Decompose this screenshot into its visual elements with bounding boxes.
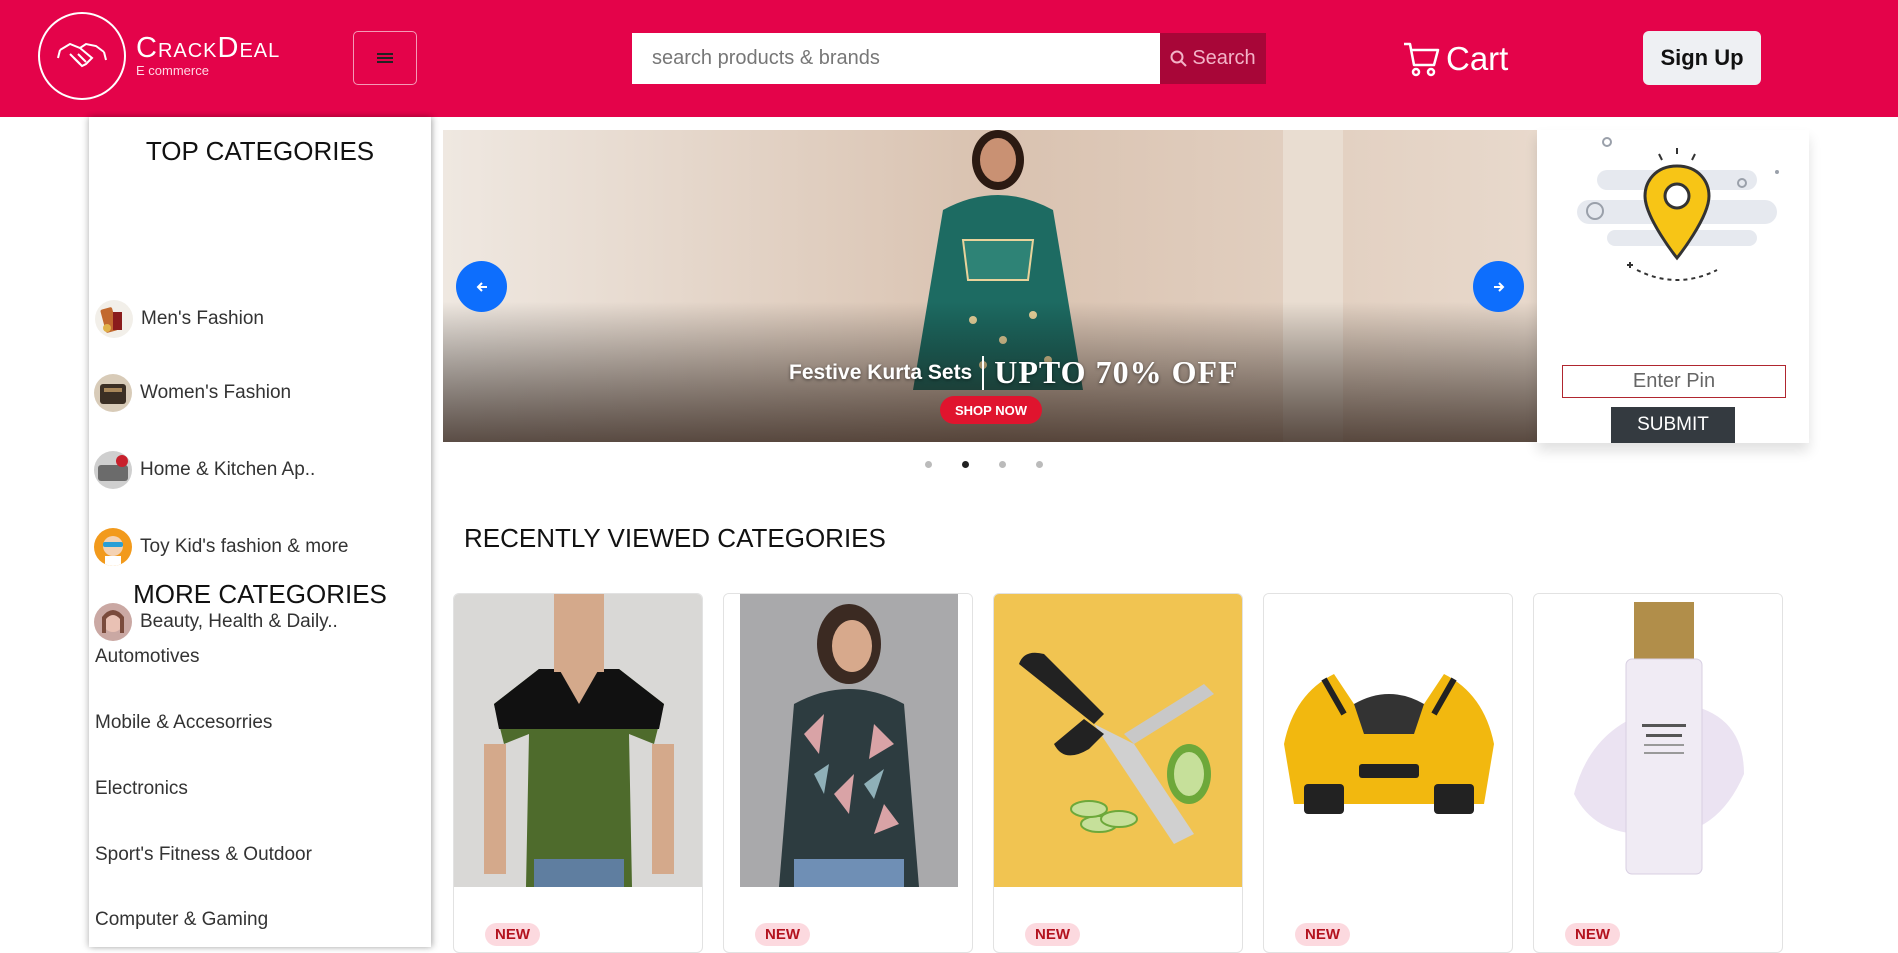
banner-offer: UPTO 70% OFF (994, 354, 1239, 390)
sidebar-item-home-kitchen[interactable]: Home & Kitchen Ap.. (94, 450, 315, 490)
carousel-dot-2[interactable] (962, 461, 969, 468)
arrow-left-icon (476, 281, 487, 292)
cart-label: Cart (1446, 40, 1509, 77)
brand-logo[interactable]: CrackDeal E commerce (38, 12, 288, 100)
carousel-next-button[interactable] (1473, 261, 1524, 312)
womens-fashion-avatar (94, 374, 132, 412)
sidebar-item-mobile-accessories[interactable]: Mobile & Accesorries (95, 712, 272, 734)
toy-kids-avatar (94, 528, 132, 566)
category-sidebar: TOP CATEGORIES Men's Fashion Women's Fas… (89, 117, 431, 947)
sidebar-item-toy-kids[interactable]: Toy Kid's fashion & more (94, 527, 349, 567)
printed-shirt-woman-image (724, 594, 972, 887)
cart-link[interactable]: Cart (1402, 36, 1508, 82)
pincode-input[interactable] (1562, 365, 1786, 398)
vegetable-scissors-image (994, 594, 1242, 887)
location-pin-icon (1577, 137, 1779, 281)
brand-name: CrackDeal (136, 32, 281, 64)
carousel-dot-1[interactable] (925, 461, 932, 468)
shop-now-button[interactable]: SHOP NOW (940, 396, 1042, 424)
product-card-3[interactable]: NEW (993, 593, 1243, 953)
search-button[interactable]: Search (1160, 33, 1266, 84)
carousel-dot-3[interactable] (999, 461, 1006, 468)
promo-carousel: Festive Kurta Sets UPTO 70% OFF SHOP NOW (443, 130, 1537, 442)
arrow-right-icon (1493, 281, 1504, 292)
sidebar-item-label: Home & Kitchen Ap.. (140, 459, 316, 480)
sidebar-item-womens-fashion[interactable]: Women's Fashion (94, 373, 291, 413)
signup-button[interactable]: Sign Up (1643, 31, 1761, 85)
sidebar-item-electronics[interactable]: Electronics (95, 778, 188, 800)
top-navbar: CrackDeal E commerce Search Cart Sign Up (0, 0, 1898, 117)
new-badge: NEW (485, 923, 540, 946)
makeup-base-bottle-image (1534, 594, 1782, 887)
home-kitchen-avatar (94, 451, 132, 489)
search-icon (1170, 50, 1188, 67)
banner-divider (982, 355, 985, 390)
hamburger-icon (377, 53, 393, 63)
sidebar-item-label: Beauty, Health & Daily.. (140, 611, 338, 632)
product-card-4[interactable]: NEW (1263, 593, 1513, 953)
yellow-toy-car-image (1264, 594, 1512, 887)
sidebar-item-label: Toy Kid's fashion & more (140, 536, 349, 557)
menu-toggle-button[interactable] (353, 31, 417, 85)
mens-fashion-avatar (95, 300, 133, 338)
brand-tagline: E commerce (136, 63, 209, 78)
cart-icon (1404, 42, 1440, 77)
recently-viewed-heading: RECENTLY VIEWED CATEGORIES (464, 523, 886, 553)
new-badge: NEW (1565, 923, 1620, 946)
top-categories-heading: TOP CATEGORIES (145, 136, 375, 166)
green-black-tshirt-image (454, 594, 702, 887)
sidebar-item-sports-fitness[interactable]: Sport's Fitness & Outdoor (95, 844, 312, 866)
pincode-panel: SUBMIT (1537, 130, 1809, 443)
product-card-1[interactable]: NEW (453, 593, 703, 953)
carousel-indicators (925, 461, 1043, 468)
sidebar-item-computer-gaming[interactable]: Computer & Gaming (95, 909, 268, 931)
search-input[interactable] (632, 33, 1160, 84)
more-categories-heading: MORE CATEGORIES (133, 579, 387, 609)
product-card-5[interactable]: NEW (1533, 593, 1783, 953)
new-badge: NEW (1295, 923, 1350, 946)
new-badge: NEW (755, 923, 810, 946)
sidebar-item-automotives[interactable]: Automotives (95, 646, 200, 668)
sidebar-item-label: Women's Fashion (140, 382, 292, 403)
handshake-icon (38, 12, 126, 100)
banner-subtitle: Festive Kurta Sets (789, 360, 973, 384)
carousel-prev-button[interactable] (456, 261, 507, 312)
new-badge: NEW (1025, 923, 1080, 946)
product-card-2[interactable]: NEW (723, 593, 973, 953)
search-button-label: Search (1192, 47, 1256, 69)
sidebar-item-label: Men's Fashion (141, 308, 264, 329)
carousel-dot-4[interactable] (1036, 461, 1043, 468)
pincode-submit-button[interactable]: SUBMIT (1611, 407, 1735, 443)
sidebar-item-mens-fashion[interactable]: Men's Fashion (95, 299, 264, 339)
banner-headline: Festive Kurta Sets UPTO 70% OFF (789, 354, 1239, 391)
